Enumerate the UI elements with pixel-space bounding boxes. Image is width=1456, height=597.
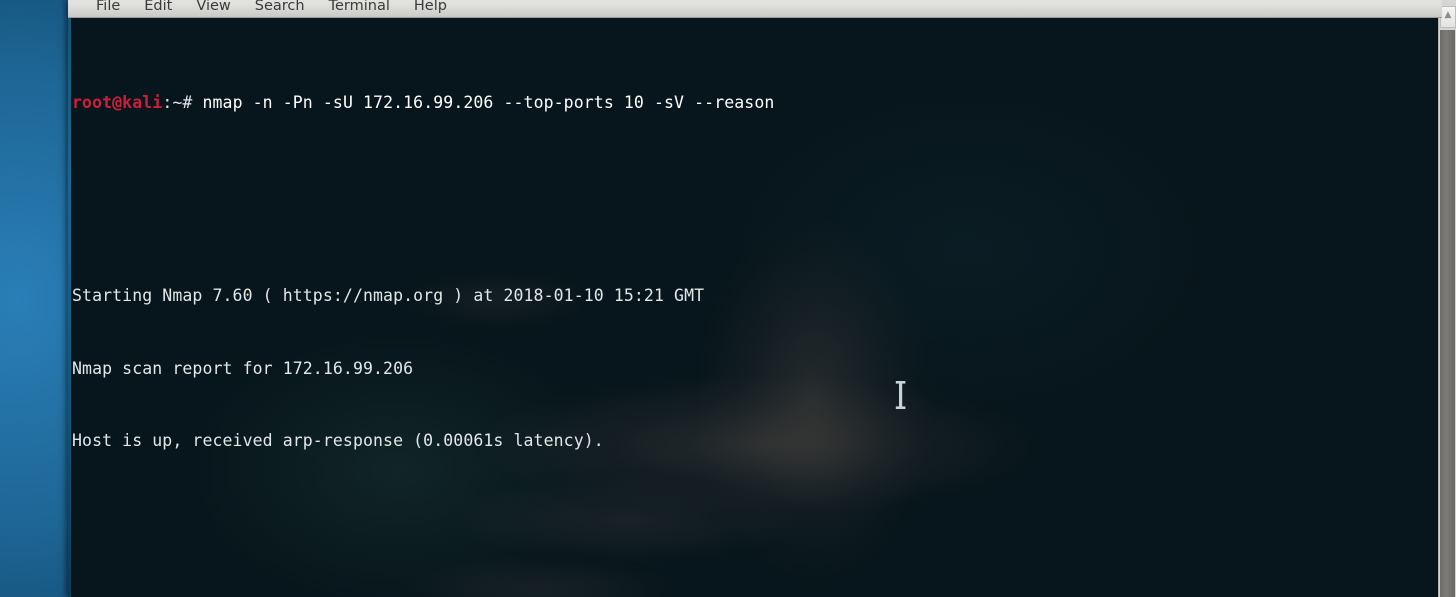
output-line-scan-report: Nmap scan report for 172.16.99.206 — [72, 358, 414, 378]
command-text — [192, 93, 202, 112]
prompt-user-host: root@kali — [72, 92, 163, 112]
scroll-up-button[interactable]: ▲ — [1440, 6, 1456, 28]
menu-item-view[interactable]: View — [184, 0, 242, 17]
menu-item-search[interactable]: Search — [243, 0, 317, 17]
menubar: File Edit View Search Terminal Help — [68, 0, 1442, 18]
terminal-output-area[interactable]: root@kali:~# nmap -n -Pn -sU 172.16.99.2… — [68, 18, 1438, 597]
output-line-host-status: Host is up, received arp-response (0.000… — [72, 431, 604, 451]
terminal-left-edge — [68, 0, 71, 597]
output-line-starting: Starting Nmap 7.60 ( https://nmap.org ) … — [72, 286, 705, 306]
scrollbar-thumb[interactable] — [1440, 30, 1455, 597]
command-input: nmap -n -Pn -sU 172.16.99.206 --top-port… — [202, 92, 775, 112]
menu-item-terminal[interactable]: Terminal — [317, 0, 402, 17]
menu-item-help[interactable]: Help — [402, 0, 459, 17]
prompt-path-symbol: :~# — [162, 92, 193, 112]
chevron-up-icon: ▲ — [1444, 10, 1452, 20]
command-line: root@kali:~# nmap -n -Pn -sU 172.16.99.2… — [72, 91, 1438, 115]
terminal-window[interactable]: File Edit View Search Terminal Help ▲ ro… — [68, 0, 1456, 597]
menu-item-edit[interactable]: Edit — [132, 0, 184, 17]
terminal-scrollbar[interactable]: ▲ — [1438, 0, 1456, 597]
menu-item-file[interactable]: File — [84, 0, 132, 17]
screen: File Edit View Search Terminal Help ▲ ro… — [0, 0, 1456, 597]
